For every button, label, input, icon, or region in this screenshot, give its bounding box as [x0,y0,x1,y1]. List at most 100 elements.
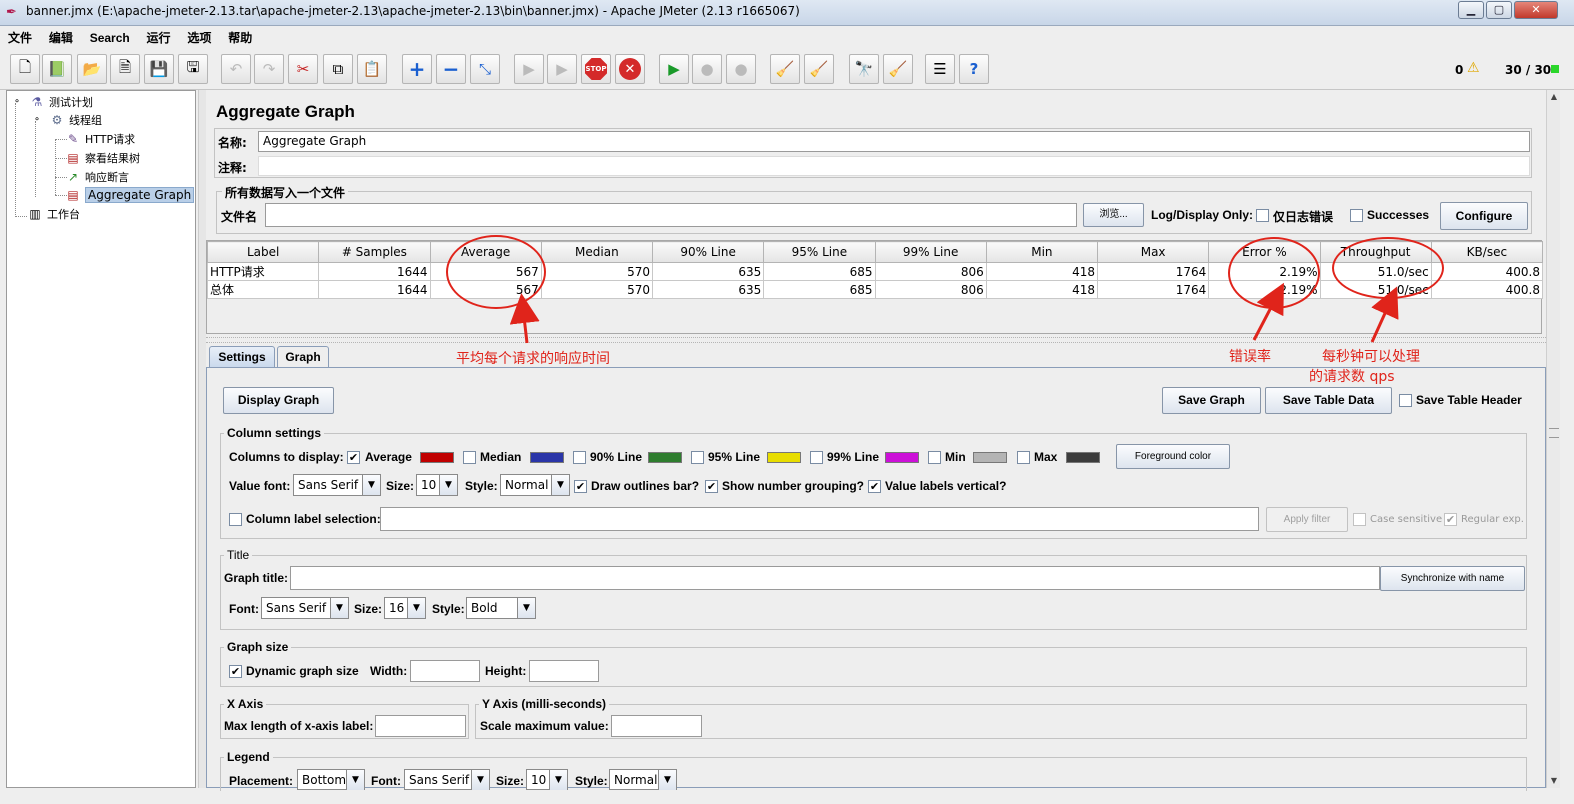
tab-graph[interactable]: Graph [277,346,329,368]
column-header[interactable]: 95% Line [763,241,876,263]
menu-file[interactable]: 文件 [0,26,37,46]
scale-max-input[interactable] [611,715,702,737]
max-color-swatch[interactable] [1066,452,1100,463]
copy-icon[interactable]: ⧉ [323,54,353,84]
title-style-select[interactable]: Bold ▼ [466,597,536,619]
remote-start-icon[interactable]: ▶ [659,54,689,84]
cut-icon[interactable]: ✂ [288,54,318,84]
tab-settings[interactable]: Settings [209,346,275,368]
line99-color-swatch[interactable] [885,452,919,463]
chevron-down-icon[interactable]: ▼ [658,770,676,790]
panel-splitter[interactable] [206,337,1546,343]
line90-color-swatch[interactable] [648,452,682,463]
maximize-button[interactable]: ▢ [1486,1,1512,19]
remote-shutdown-icon[interactable]: ● [726,54,756,84]
chevron-down-icon[interactable]: ▼ [439,475,457,495]
tree-node-thread-group[interactable]: ⚬ ⚙ 线程组 [29,112,102,128]
chevron-down-icon[interactable]: ▼ [551,475,569,495]
menu-search[interactable]: Search [82,28,135,45]
chevron-down-icon[interactable]: ▼ [346,770,364,790]
templates-icon[interactable]: 📗 [42,54,72,84]
start-icon[interactable]: ▶ [514,54,544,84]
expand-icon[interactable]: + [402,54,432,84]
chevron-down-icon[interactable]: ▼ [362,475,380,495]
clear-all-icon[interactable]: 🧹 [804,54,834,84]
column-header[interactable]: KB/sec [1430,241,1544,263]
synchronize-name-button[interactable]: Synchronize with name [1380,566,1525,591]
expand-handle-icon[interactable]: ⚬ [29,113,45,127]
search-icon[interactable]: 🔭 [849,54,879,84]
value-size-select[interactable]: 10 ▼ [416,474,458,496]
function-helper-icon[interactable]: ☰ [925,54,955,84]
display-graph-button[interactable]: Display Graph [223,387,334,414]
value-style-select[interactable]: Normal ▼ [500,474,570,496]
column-label-selection-checkbox[interactable] [229,513,242,526]
line95-color-swatch[interactable] [767,452,801,463]
chevron-down-icon[interactable]: ▼ [407,598,425,618]
value-font-select[interactable]: Sans Serif ▼ [293,474,381,496]
tree-node-aggregate-graph[interactable]: ▤ Aggregate Graph [65,187,195,203]
tree-node-response-assertion[interactable]: ↗ 响应断言 [65,169,129,185]
tree-node-http-request[interactable]: ✎ HTTP请求 [65,131,135,147]
column-header[interactable]: # Samples [318,241,431,263]
chevron-down-icon[interactable]: ▼ [549,770,567,790]
line95-checkbox[interactable] [691,451,704,464]
average-color-swatch[interactable] [420,452,454,463]
regular-exp-checkbox[interactable]: ✔ [1444,513,1457,526]
title-font-select[interactable]: Sans Serif ▼ [261,597,349,619]
minimize-button[interactable]: ▁ [1458,1,1484,19]
paste-icon[interactable]: 📋 [357,54,387,84]
labels-vertical-checkbox[interactable]: ✔ [868,480,881,493]
collapse-icon[interactable]: − [436,54,466,84]
case-sensitive-checkbox[interactable] [1353,513,1366,526]
title-size-select[interactable]: 16 ▼ [384,597,426,619]
column-header[interactable]: 90% Line [651,241,765,263]
shutdown-icon[interactable]: ✕ [615,54,645,84]
tree-splitter[interactable] [198,90,206,788]
configure-button[interactable]: Configure [1440,202,1528,230]
column-header[interactable]: 99% Line [874,241,987,263]
max-x-label-input[interactable] [375,715,466,737]
scroll-grip-icon[interactable] [1549,428,1559,438]
legend-font-select[interactable]: Sans Serif ▼ [404,769,490,790]
average-checkbox[interactable]: ✔ [347,451,360,464]
errors-only-checkbox[interactable] [1256,209,1269,222]
save-graph-button[interactable]: Save Graph [1162,387,1261,414]
legend-style-select[interactable]: Normal ▼ [609,769,677,790]
successes-checkbox[interactable] [1350,209,1363,222]
close-button[interactable]: ✕ [1514,1,1558,19]
apply-filter-button[interactable]: Apply filter [1266,507,1348,532]
save-table-data-button[interactable]: Save Table Data [1265,387,1392,414]
redo-icon[interactable]: ↷ [254,54,284,84]
warning-icon[interactable]: ⚠ [1467,60,1480,76]
menu-help[interactable]: 帮助 [220,26,257,46]
column-header[interactable]: Min [985,241,1099,263]
help-icon[interactable]: ? [959,54,989,84]
width-input[interactable] [410,660,480,682]
draw-outlines-checkbox[interactable]: ✔ [574,480,587,493]
number-grouping-checkbox[interactable]: ✔ [705,480,718,493]
menu-run[interactable]: 运行 [139,26,176,46]
close-file-icon[interactable]: 🗎 [110,54,140,84]
save-as-icon[interactable]: 🖫 [178,54,208,84]
column-header[interactable]: Label [206,241,320,263]
chevron-down-icon[interactable]: ▼ [330,598,348,618]
line90-checkbox[interactable] [573,451,586,464]
start-no-pause-icon[interactable]: ▶ [547,54,577,84]
save-icon[interactable]: 💾 [144,54,174,84]
comment-field[interactable] [258,156,1530,176]
toggle-icon[interactable]: ⤡ [470,54,500,84]
height-input[interactable] [529,660,599,682]
undo-icon[interactable]: ↶ [221,54,251,84]
stop-icon[interactable]: STOP [581,54,611,84]
scroll-up-icon[interactable]: ▲ [1547,90,1561,104]
min-checkbox[interactable] [928,451,941,464]
tree-node-workbench[interactable]: ▥ 工作台 [27,206,80,222]
scroll-down-icon[interactable]: ▼ [1547,774,1561,788]
clear-icon[interactable]: 🧹 [770,54,800,84]
placement-select[interactable]: Bottom ▼ [297,769,365,790]
tree-node-view-results-tree[interactable]: ▤ 察看结果树 [65,150,140,166]
menu-edit[interactable]: 编辑 [41,26,78,46]
column-label-filter-input[interactable] [380,507,1259,531]
new-icon[interactable]: 🗋 [10,54,40,84]
